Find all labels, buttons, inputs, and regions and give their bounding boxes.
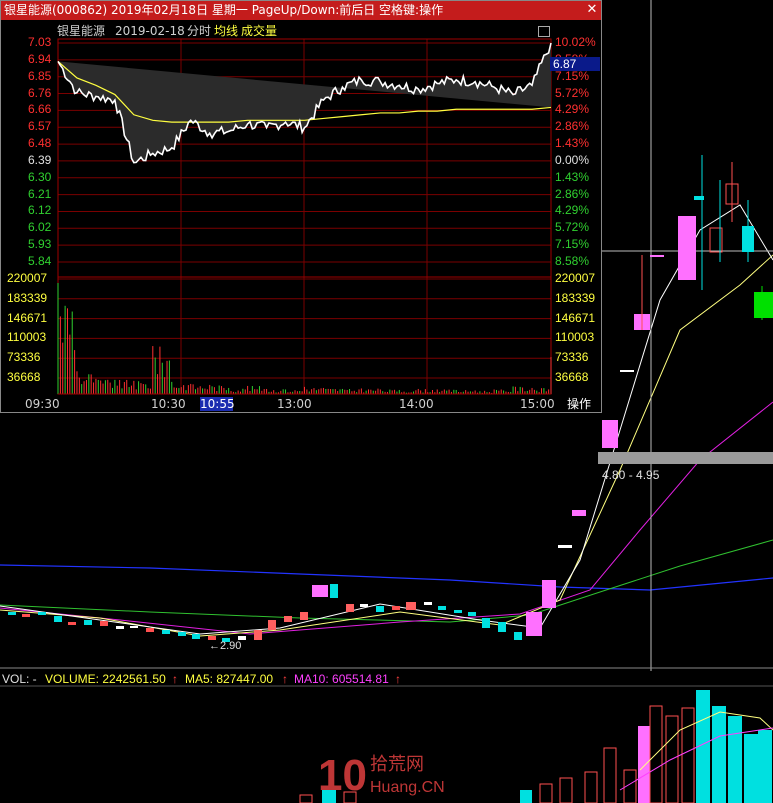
price-tick-label: 6.66 — [28, 102, 52, 117]
volume-tick-label-right: 220007 — [555, 271, 596, 285]
cursor-time-tag: 10:55 — [200, 397, 235, 411]
volume-tick-label-right: 73336 — [555, 350, 589, 365]
percent-tick-label: 2.86% — [555, 119, 590, 134]
percent-tick-label: 4.29% — [555, 102, 590, 117]
percent-tick-label: 4.29% — [555, 203, 590, 218]
time-tick-label: 09:30 — [25, 397, 60, 411]
volume-tick-label-left: 146671 — [7, 310, 48, 325]
percent-tick-label: 1.43% — [555, 169, 590, 184]
percent-tick-label: 10.02% — [555, 35, 596, 49]
ma10-value: MA10: 605514.81 — [294, 672, 389, 686]
percent-tick-label: 5.72% — [555, 85, 590, 100]
percent-tick-label: 0.00% — [555, 152, 590, 167]
price-tick-label: 6.48 — [28, 136, 52, 151]
volume-tick-label-left: 220007 — [7, 271, 48, 285]
cursor-price-tag: 6.87 — [550, 57, 600, 71]
volume-tick-label-right: 110003 — [555, 330, 595, 345]
price-range-label: 4.80 - 4.95 — [602, 468, 660, 482]
percent-tick-label: 2.86% — [555, 186, 590, 201]
price-tick-label: 7.03 — [28, 35, 52, 49]
ma-green-line — [0, 539, 773, 623]
volume-tick-label-left: 110003 — [7, 330, 47, 345]
percent-tick-label: 7.15% — [555, 68, 590, 83]
price-tick-label: 6.57 — [28, 119, 52, 134]
svg-text:Huang.CN: Huang.CN — [370, 779, 445, 796]
price-tick-label: 6.39 — [28, 152, 52, 167]
time-tick-label: 13:00 — [277, 397, 312, 411]
volume-tick-label-left: 36668 — [7, 370, 41, 384]
vol-label: VOL: - — [2, 672, 37, 686]
volume-tick-label-right: 146671 — [555, 310, 596, 325]
intraday-popup-window[interactable]: 银星能源(000862) 2019年02月18日 星期一 PageUp/Down… — [0, 0, 602, 413]
intraday-chart — [57, 38, 552, 395]
operate-button[interactable]: 操作 — [558, 396, 600, 412]
price-range-bar — [598, 452, 773, 464]
price-tick-label: 5.84 — [28, 254, 52, 268]
percent-tick-label: 5.72% — [555, 220, 590, 235]
ma-blue-line — [0, 564, 773, 591]
volume-tick-label-left: 73336 — [7, 350, 41, 365]
ma10-arrow: ↑ — [395, 672, 401, 686]
watermark-logo: 10 拾荒网 Huang.CN — [318, 750, 458, 800]
ma-magenta-line — [0, 401, 773, 635]
percent-tick-label: 7.15% — [555, 237, 590, 252]
percent-tick-label: 8.58% — [555, 254, 590, 268]
svg-text:拾荒网: 拾荒网 — [370, 754, 424, 775]
price-tick-label: 6.21 — [28, 186, 52, 201]
volume-tick-label-right: 36668 — [555, 370, 589, 384]
percent-tick-label: 1.43% — [555, 136, 590, 151]
volume-value: VOLUME: 2242561.50 — [45, 672, 166, 686]
volume-arrow: ↑ — [172, 672, 178, 686]
time-tick-label: 15:00 — [520, 397, 555, 411]
svg-text:10: 10 — [318, 751, 367, 798]
volume-tick-label-right: 183339 — [555, 290, 596, 305]
price-tick-label: 6.76 — [28, 85, 52, 100]
price-tick-label: 6.94 — [28, 51, 52, 66]
ma5-value: MA5: 827447.00 — [185, 672, 274, 686]
ma5-arrow: ↑ — [282, 672, 288, 686]
price-tick-label: 6.02 — [28, 220, 52, 235]
price-tick-label: 6.12 — [28, 203, 52, 218]
price-tick-label: 5.93 — [28, 237, 52, 252]
price-tick-label: 6.85 — [28, 68, 52, 83]
low-price-label: ←2.90 — [209, 640, 242, 652]
volume-tick-label-left: 183339 — [7, 290, 48, 305]
price-tick-label: 6.30 — [28, 169, 52, 184]
time-tick-label: 14:00 — [399, 397, 434, 411]
time-tick-label: 10:30 — [151, 397, 186, 411]
